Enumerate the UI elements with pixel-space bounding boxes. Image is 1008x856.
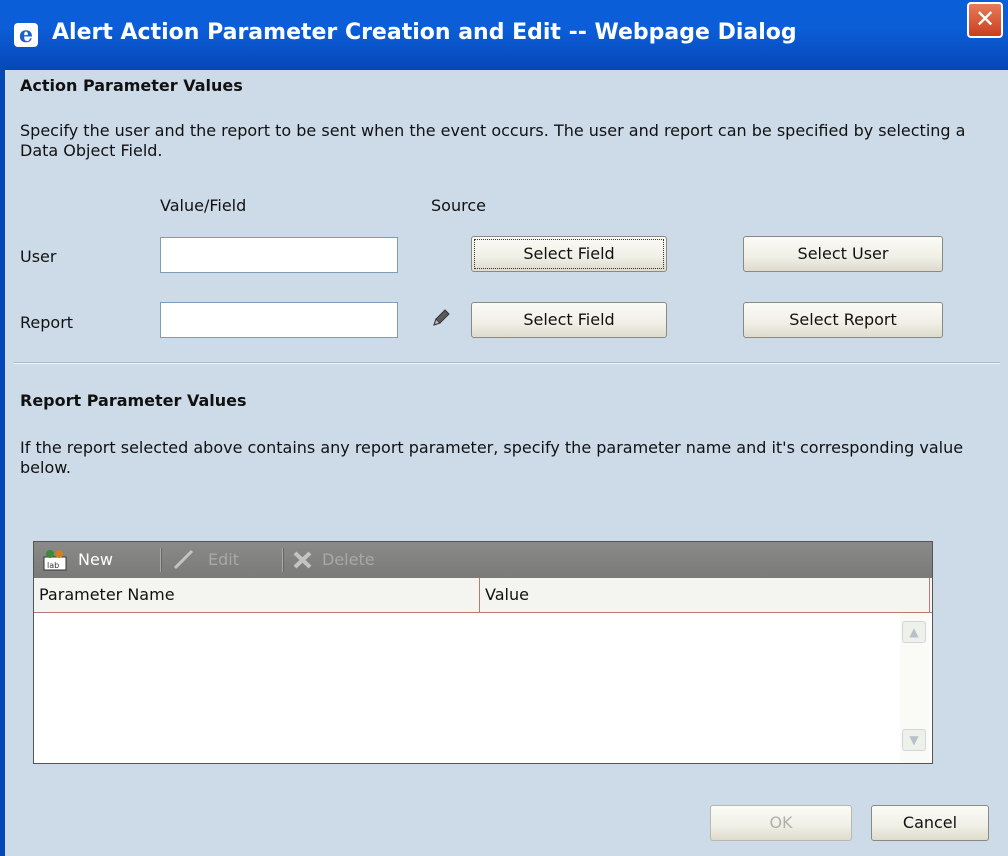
close-button[interactable]: ✕ [967,2,1003,38]
window-frame [0,70,5,856]
cancel-button[interactable]: Cancel [871,805,989,841]
grid-header: Parameter Name Value [34,578,932,613]
pencil-icon [433,309,450,326]
toolbar-separator [160,548,162,572]
delete-icon [293,551,312,569]
edit-icon [173,549,194,570]
grid-toolbar: lab New Edit Delete [34,542,932,578]
value-column-header[interactable]: Value [480,578,930,612]
parameter-grid: lab New Edit Delete Parameter Name Value… [33,541,933,764]
select-user-button[interactable]: Select User [743,236,943,272]
close-icon: ✕ [974,5,996,33]
toolbar-separator [282,548,284,572]
report-label: Report [20,313,74,332]
user-select-field-button[interactable]: Select Field [471,236,667,272]
scroll-down-icon[interactable]: ▼ [902,729,926,751]
user-input[interactable] [160,237,398,273]
scroll-up-icon[interactable]: ▲ [902,621,926,643]
select-report-button[interactable]: Select Report [743,302,943,338]
window-title: Alert Action Parameter Creation and Edit… [52,20,797,45]
report-select-field-button[interactable]: Select Field [471,302,667,338]
new-label: New [78,550,113,569]
edit-label: Edit [208,550,239,569]
report-input[interactable] [160,302,398,338]
report-parameter-heading: Report Parameter Values [20,391,247,410]
value-field-column-label: Value/Field [160,196,247,215]
user-label: User [20,247,57,266]
grid-scrollbar[interactable]: ▲ ▼ [900,613,930,763]
delete-label: Delete [322,550,375,569]
parameter-name-column-header[interactable]: Parameter Name [34,578,480,612]
report-parameter-description: If the report selected above contains an… [20,438,964,477]
ok-button[interactable]: OK [710,805,852,841]
svg-text:lab: lab [47,561,59,570]
action-parameter-description: Specify the user and the report to be se… [20,121,966,160]
title-bar[interactable]: e Alert Action Parameter Creation and Ed… [0,0,1008,70]
ie-icon: e [14,23,38,47]
new-parameter-icon: lab [43,550,67,571]
source-column-label: Source [431,196,486,215]
action-parameter-heading: Action Parameter Values [20,76,243,95]
section-divider [14,362,1000,364]
